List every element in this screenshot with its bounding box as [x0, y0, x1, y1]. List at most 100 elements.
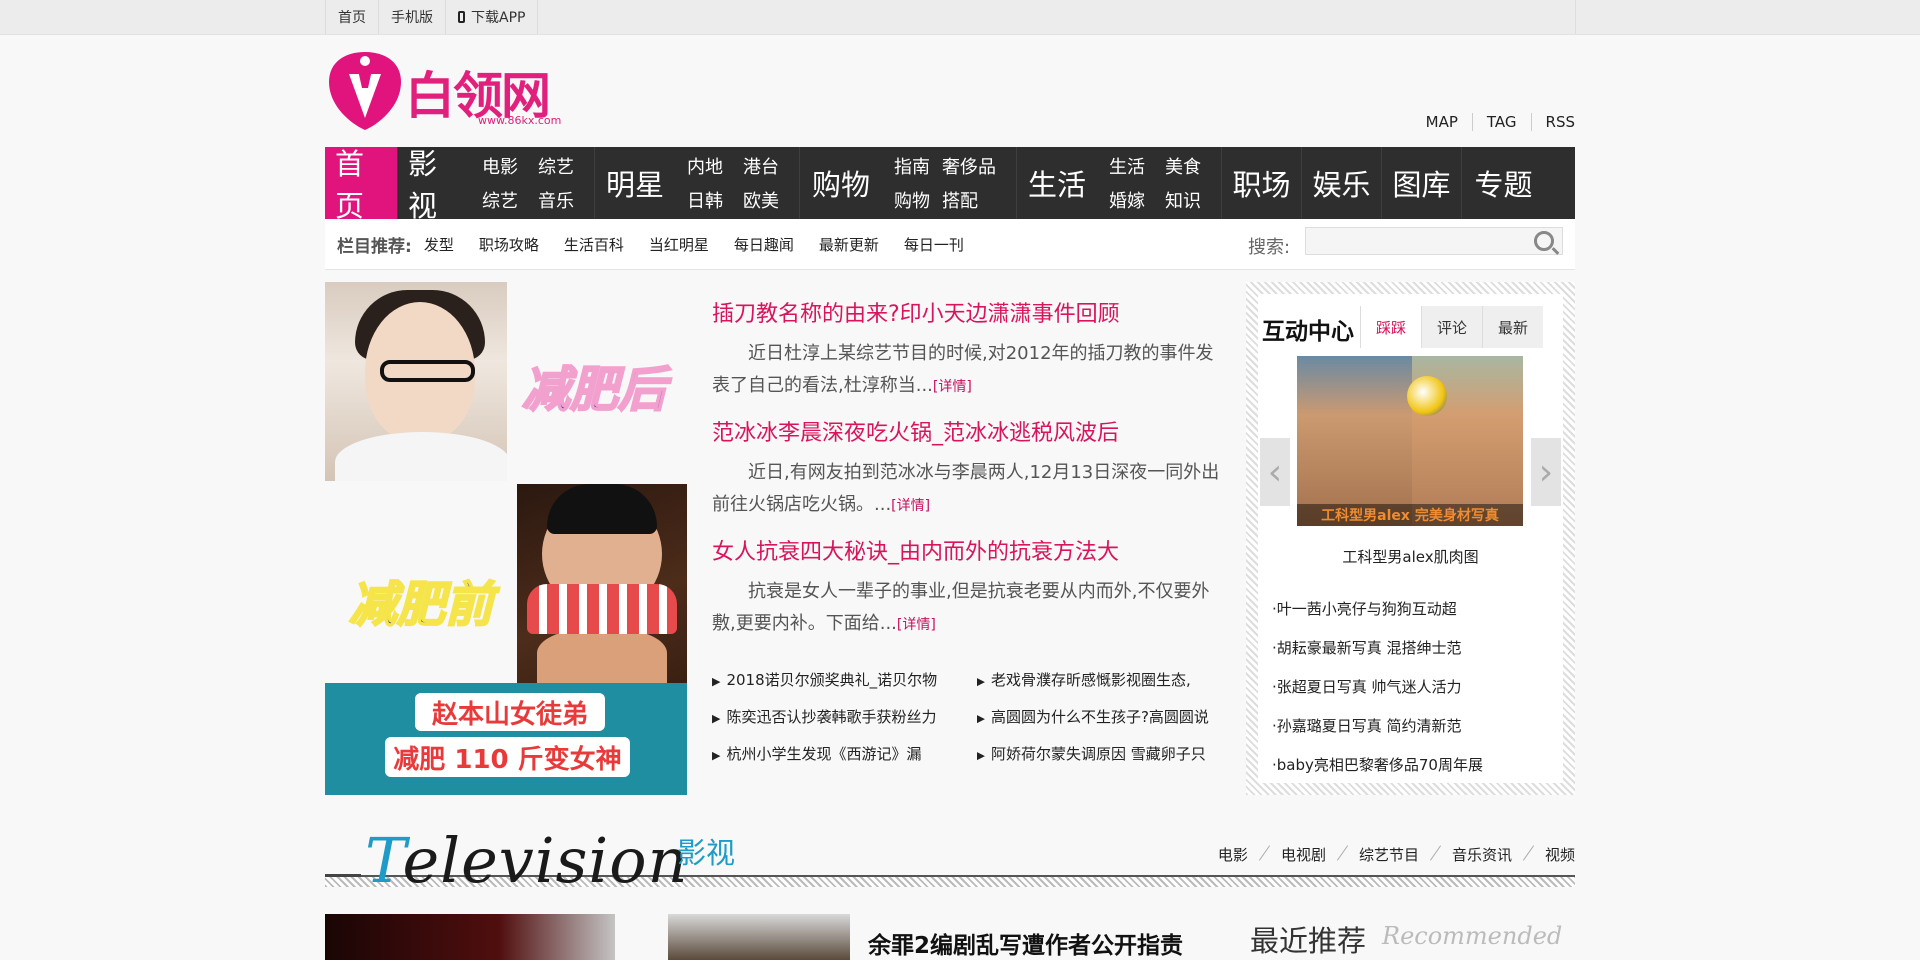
tv-link-variety[interactable]: 综艺节目: [1359, 844, 1419, 865]
recommend-item[interactable]: 每日一刊: [904, 234, 964, 255]
recommend-bar: 栏目推荐: 发型 职场攻略 生活百科 当红明星 每日趣闻 最新更新 每日一刊 搜…: [325, 219, 1575, 270]
top-link-mobile[interactable]: 手机版: [378, 0, 445, 34]
before-label: 减肥前: [348, 576, 494, 634]
article-desc: 近日杜淳上某综艺节目的时候,对2012年的插刀教的事件发表了自己的看法,杜淳称当…: [712, 343, 1214, 396]
site-logo[interactable]: 白领网 www.86kx.com: [325, 48, 565, 132]
list-item[interactable]: ·孙嘉璐夏日写真 简约清新范: [1272, 715, 1483, 736]
nav-life[interactable]: 生活: [1017, 147, 1097, 219]
recent-recommend-title: 最近推荐: [1250, 924, 1367, 958]
top-link-app[interactable]: 下载APP: [445, 0, 539, 34]
details-link[interactable]: [详情]: [933, 379, 972, 395]
recommend-item[interactable]: 职场攻略: [479, 234, 539, 255]
interaction-tabs: 踩踩 评论 最新: [1360, 306, 1543, 348]
news-item[interactable]: 阿娇荷尔蒙失调原因 雪藏卵子只: [977, 743, 1228, 764]
nav-sub-item[interactable]: 知识: [1165, 187, 1201, 213]
nav-shop[interactable]: 购物: [800, 147, 882, 219]
tag-link[interactable]: TAG: [1471, 113, 1531, 131]
slide-title[interactable]: 工科型男alex肌肉图: [1258, 546, 1563, 567]
tv-link-video[interactable]: 视频: [1545, 844, 1575, 865]
tab-comments[interactable]: 评论: [1421, 306, 1482, 348]
search-icon[interactable]: [1534, 231, 1554, 251]
nav-fun[interactable]: 娱乐: [1302, 147, 1382, 219]
tv-link-series[interactable]: 电视剧: [1281, 844, 1326, 865]
nav-sub-item[interactable]: 婚嫁: [1109, 187, 1145, 213]
top-link-home[interactable]: 首页: [325, 0, 378, 34]
nav-film[interactable]: 影视: [398, 147, 470, 223]
nav-star-sub: 内地 港台 日韩 欧美: [675, 147, 800, 219]
after-label: 减肥后: [521, 361, 667, 419]
nav-home[interactable]: 首页: [325, 147, 398, 223]
news-item[interactable]: 2018诺贝尔颁奖典礼_诺贝尔物: [712, 669, 963, 690]
nav-star[interactable]: 明星: [595, 147, 675, 219]
interaction-list: ·叶一茜小亮仔与狗狗互动超 ·胡耘豪最新写真 混搭绅士范 ·张超夏日写真 帅气迷…: [1272, 598, 1483, 793]
tv-headline[interactable]: 余罪2编剧乱写遭作者公开指责: [868, 926, 1183, 960]
details-link[interactable]: [详情]: [897, 617, 936, 633]
slide-image[interactable]: 工科型男alex 完美身材写真: [1297, 356, 1523, 526]
before-photo[interactable]: [517, 484, 687, 683]
news-item[interactable]: 杭州小学生发现《西游记》漏: [712, 743, 963, 764]
recommend-item[interactable]: 每日趣闻: [734, 234, 794, 255]
chevron-left-icon: ‹: [1267, 451, 1283, 493]
nav-sub-item[interactable]: 电影: [482, 153, 518, 179]
list-item[interactable]: ·张超夏日写真 帅气迷人活力: [1272, 676, 1483, 697]
nav-sub-item[interactable]: 港台: [743, 153, 779, 179]
banner-line-1: 赵本山女徒弟: [415, 693, 605, 731]
top-bar: 首页 手机版 下载APP: [0, 0, 1920, 35]
nav-sub-item[interactable]: 奢侈品: [942, 153, 996, 179]
nav-sub-item[interactable]: 内地: [687, 153, 723, 179]
nav-sub-item[interactable]: 日韩: [687, 187, 723, 213]
recommend-item[interactable]: 发型: [424, 234, 454, 255]
tv-link-music[interactable]: 音乐资讯: [1452, 844, 1512, 865]
map-link[interactable]: MAP: [1412, 113, 1472, 131]
nav-topic[interactable]: 专题: [1462, 147, 1545, 219]
nav-shop-sub: 指南 奢侈品 购物 搭配: [882, 147, 1017, 219]
slide-prev-button[interactable]: ‹: [1260, 438, 1290, 506]
news-item[interactable]: 老戏骨濮存昕感慨影视圈生态,: [977, 669, 1228, 690]
after-photo[interactable]: [325, 282, 507, 481]
recommend-item[interactable]: 最新更新: [819, 234, 879, 255]
nav-film-sub: 电影 综艺 综艺 音乐: [470, 147, 595, 219]
list-item[interactable]: ·胡耘豪最新写真 混搭绅士范: [1272, 637, 1483, 658]
tv-thumbnail[interactable]: [325, 914, 615, 960]
tv-link-movie[interactable]: 电影: [1218, 844, 1248, 865]
list-item[interactable]: ·叶一茜小亮仔与狗狗互动超: [1272, 598, 1483, 619]
article-desc: 抗衰是女人一辈子的事业,但是抗衰老要从内而外,不仅要外敷,更要内补。下面给...…: [712, 581, 1210, 634]
recommend-item[interactable]: 生活百科: [564, 234, 624, 255]
nav-sub-item[interactable]: 生活: [1109, 153, 1145, 179]
article-title[interactable]: 女人抗衰四大秘诀_由内而外的抗衰方法大: [712, 534, 1227, 566]
nav-sub-item[interactable]: 音乐: [538, 187, 574, 213]
nav-sub-item[interactable]: 指南: [894, 153, 930, 179]
article-title[interactable]: 范冰冰李晨深夜吃火锅_范冰冰逃税风波后: [712, 415, 1227, 447]
article-title[interactable]: 插刀教名称的由来?印小天边潇潇事件回顾: [712, 296, 1227, 328]
banner-line-2: 减肥 110 斤变女神: [385, 737, 630, 777]
recent-recommend-subtitle: Recommended: [1382, 922, 1563, 950]
search-input[interactable]: [1305, 227, 1563, 255]
news-item[interactable]: 高圆圆为什么不生孩子?高圆圆说: [977, 706, 1228, 727]
article: 范冰冰李晨深夜吃火锅_范冰冰逃税风波后 近日,有网友拍到范冰冰与李晨两人,12月…: [712, 415, 1227, 522]
recommend-item[interactable]: 当红明星: [649, 234, 709, 255]
news-thumbnail[interactable]: [668, 914, 850, 960]
nav-sub-item[interactable]: 综艺: [538, 153, 574, 179]
details-link[interactable]: [详情]: [891, 498, 930, 514]
television-section-header: Television 影视 电影 电视剧 综艺节目 音乐资讯 视频: [325, 828, 1575, 894]
nav-work[interactable]: 职场: [1222, 147, 1302, 219]
rss-link[interactable]: RSS: [1530, 113, 1575, 131]
nav-sub-item[interactable]: 美食: [1165, 153, 1201, 179]
nav-sub-item[interactable]: 购物: [894, 187, 930, 213]
television-cn-label: 影视: [677, 836, 736, 870]
nav-sub-item[interactable]: 综艺: [482, 187, 518, 213]
feature-banner[interactable]: 赵本山女徒弟 减肥 110 斤变女神: [325, 683, 687, 795]
tab-step[interactable]: 踩踩: [1360, 306, 1421, 348]
television-links: 电影 电视剧 综艺节目 音乐资讯 视频: [1218, 844, 1575, 865]
news-item[interactable]: 陈奕迅否认抄袭韩歌手获粉丝力: [712, 706, 963, 727]
logo-url: www.86kx.com: [478, 114, 562, 127]
nav-sub-item[interactable]: 欧美: [743, 187, 779, 213]
list-item[interactable]: ·baby亮相巴黎奢侈品70周年展: [1272, 754, 1483, 775]
nav-gallery[interactable]: 图库: [1382, 147, 1462, 219]
tab-latest[interactable]: 最新: [1482, 306, 1543, 348]
slide-next-button[interactable]: ›: [1531, 438, 1561, 506]
nav-sub-item[interactable]: 搭配: [942, 187, 996, 213]
interaction-center: 互动中心 踩踩 评论 最新 ‹ 工科型男alex 完美身材写真 › 工科型男al…: [1246, 282, 1575, 795]
article-desc: 近日,有网友拍到范冰冰与李晨两人,12月13日深夜一同外出前往火锅店吃火锅。..…: [712, 462, 1220, 515]
interaction-title: 互动中心: [1262, 319, 1354, 345]
